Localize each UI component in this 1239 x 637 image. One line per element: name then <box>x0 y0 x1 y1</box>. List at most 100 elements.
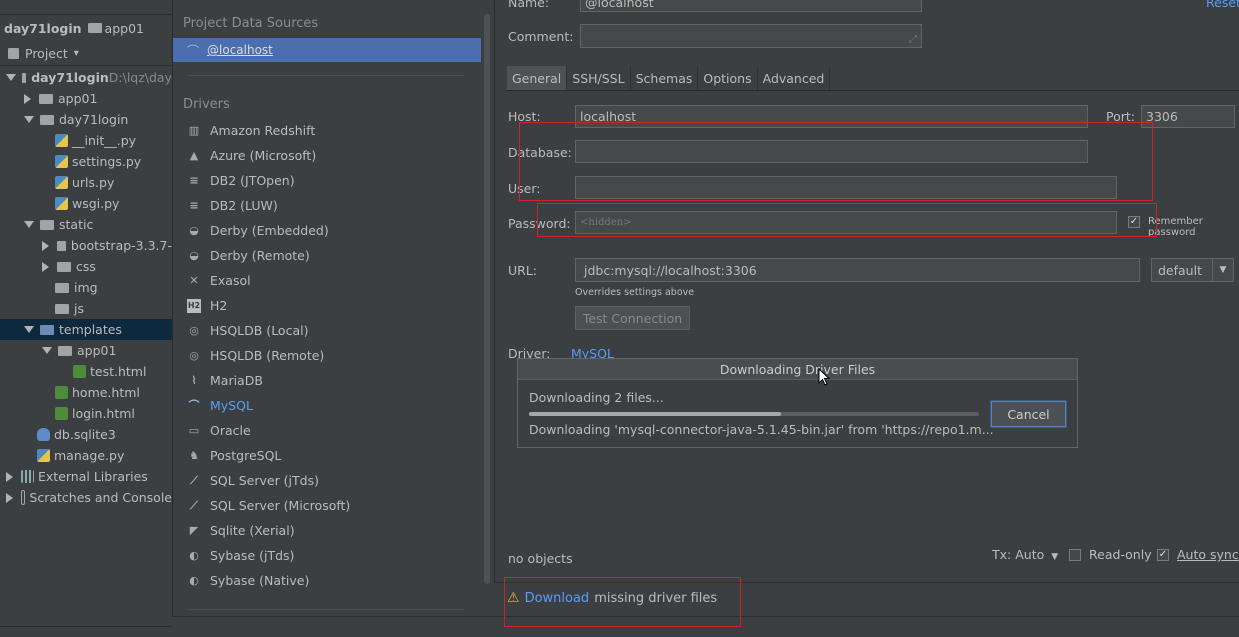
driver-item[interactable]: ◤ Sqlite (Xerial) <box>187 523 295 538</box>
driver-label: Sybase (jTds) <box>210 548 295 563</box>
cancel-button[interactable]: Cancel <box>991 401 1066 427</box>
expanded-arrow-icon[interactable] <box>24 221 34 228</box>
derby-icon: ◒ <box>189 223 199 237</box>
host-label: Host: <box>508 109 541 124</box>
tree-item-label: bootstrap-3.3.7- <box>70 238 172 253</box>
expand-icon[interactable]: ⤢ <box>909 34 917 45</box>
host-input[interactable]: localhost <box>575 105 1088 128</box>
sqlserver-icon: ⟋ <box>190 498 198 512</box>
driver-item[interactable]: ◒ Derby (Embedded) <box>187 223 329 238</box>
comment-field[interactable]: ⤢ <box>580 24 922 48</box>
database-input[interactable] <box>575 140 1088 163</box>
driver-item[interactable]: ⟋ SQL Server (jTds) <box>187 473 319 488</box>
expanded-arrow-icon[interactable] <box>6 74 16 81</box>
tree-item[interactable]: login.html <box>0 403 172 424</box>
driver-label: H2 <box>210 298 228 313</box>
tree-item[interactable]: js <box>0 298 172 319</box>
collapsed-arrow-icon[interactable] <box>6 471 13 482</box>
driver-item[interactable]: ≡ DB2 (LUW) <box>187 198 278 213</box>
tree-item[interactable]: __init__.py <box>0 130 172 151</box>
tab-advanced[interactable]: Advanced <box>758 66 831 90</box>
driver-label: DB2 (JTOpen) <box>210 173 295 188</box>
user-input[interactable] <box>575 176 1117 199</box>
name-field[interactable]: @localhost <box>580 0 922 12</box>
tree-item[interactable]: app01 <box>0 340 172 361</box>
collapsed-arrow-icon[interactable] <box>6 492 13 503</box>
tree-item[interactable]: css <box>0 256 172 277</box>
tree-item[interactable]: settings.py <box>0 151 172 172</box>
download-status: Downloading 2 files... <box>529 390 664 405</box>
driver-item[interactable]: H2 H2 <box>187 298 227 313</box>
divider <box>507 90 1239 91</box>
url-input[interactable]: jdbc:mysql://localhost:3306 <box>575 258 1140 282</box>
tree-item-label: app01 <box>58 91 98 106</box>
tree-item[interactable]: templates <box>0 319 172 340</box>
driver-item[interactable]: ⌇ MariaDB <box>187 373 263 388</box>
download-link[interactable]: Download <box>525 591 590 606</box>
tree-item[interactable]: wsgi.py <box>0 193 172 214</box>
chevron-down-icon[interactable]: ▼ <box>1212 259 1233 281</box>
python-file-icon <box>55 197 68 210</box>
expanded-arrow-icon[interactable] <box>42 347 52 354</box>
tree-item[interactable]: day71login D:\lqz\day <box>0 67 172 88</box>
driver-item[interactable]: ⌒ MySQL <box>187 398 253 413</box>
tree-item[interactable]: urls.py <box>0 172 172 193</box>
breadcrumb-item-app[interactable]: app01 <box>87 21 144 36</box>
tree-item[interactable]: day71login <box>0 109 172 130</box>
tab-general[interactable]: General <box>507 66 568 90</box>
tree-item-label: urls.py <box>72 175 115 190</box>
remember-password-checkbox[interactable]: ✓ <box>1128 216 1140 228</box>
driver-item[interactable]: ◎ HSQLDB (Remote) <box>187 348 324 363</box>
python-file-icon <box>55 176 68 189</box>
scrollbar[interactable] <box>484 14 490 584</box>
tree-item[interactable]: static <box>0 214 172 235</box>
tree-item[interactable]: Scratches and Console <box>0 487 172 508</box>
h2-icon: H2 <box>187 298 201 313</box>
driver-label: Exasol <box>210 273 251 288</box>
collapsed-arrow-icon[interactable] <box>42 261 49 272</box>
project-view-header[interactable]: Project ▾ <box>0 42 172 66</box>
url-mode-select[interactable]: default ▼ <box>1151 258 1234 282</box>
driver-item[interactable]: ▲ Azure (Microsoft) <box>187 148 316 163</box>
tree-item[interactable]: bootstrap-3.3.7- <box>0 235 172 256</box>
driver-label: DB2 (LUW) <box>210 198 278 213</box>
tx-mode-select[interactable]: Tx: Auto ▼ <box>992 547 1058 562</box>
driver-item[interactable]: ♞ PostgreSQL <box>187 448 281 463</box>
expanded-arrow-icon[interactable] <box>24 326 34 333</box>
driver-item[interactable]: ◎ HSQLDB (Local) <box>187 323 308 338</box>
driver-item[interactable]: ✕ Exasol <box>187 273 251 288</box>
collapsed-arrow-icon[interactable] <box>42 240 49 251</box>
expanded-arrow-icon[interactable] <box>24 116 34 123</box>
chevron-down-icon[interactable]: ▾ <box>74 48 79 59</box>
tree-item[interactable]: img <box>0 277 172 298</box>
html-file-icon <box>73 365 86 378</box>
tab-options[interactable]: Options <box>698 66 758 90</box>
test-connection-button[interactable]: Test Connection <box>575 306 690 330</box>
auto-sync-checkbox[interactable]: ✓ <box>1157 549 1169 561</box>
tree-item[interactable]: db.sqlite3 <box>0 424 172 445</box>
password-input[interactable]: <hidden> <box>575 211 1117 234</box>
breadcrumb-item-project[interactable]: day71login <box>4 21 82 36</box>
collapsed-arrow-icon[interactable] <box>24 93 31 104</box>
driver-item[interactable]: ▥ Amazon Redshift <box>187 123 315 138</box>
tree-item[interactable]: home.html <box>0 382 172 403</box>
data-source-item-localhost[interactable]: ⌒ @localhost <box>173 38 481 62</box>
tree-item[interactable]: test.html <box>0 361 172 382</box>
port-input[interactable]: 3306 <box>1141 105 1235 128</box>
driver-item[interactable]: ◒ Derby (Remote) <box>187 248 310 263</box>
tree-item[interactable]: app01 <box>0 88 172 109</box>
read-only-checkbox[interactable] <box>1069 549 1081 561</box>
tree-item[interactable]: External Libraries <box>0 466 172 487</box>
tree-item-label: External Libraries <box>38 469 148 484</box>
driver-item[interactable]: ◐ Sybase (Native) <box>187 573 309 588</box>
driver-item[interactable]: ◐ Sybase (jTds) <box>187 548 294 563</box>
tree-item[interactable]: manage.py <box>0 445 172 466</box>
reset-link[interactable]: Reset <box>1206 0 1239 10</box>
project-view-label: Project <box>25 46 68 61</box>
driver-item[interactable]: ≡ DB2 (JTOpen) <box>187 173 295 188</box>
data-source-label: @localhost <box>207 43 273 57</box>
tab-schemas[interactable]: Schemas <box>631 66 699 90</box>
driver-item[interactable]: ⟋ SQL Server (Microsoft) <box>187 498 350 513</box>
tab-ssh-ssl[interactable]: SSH/SSL <box>567 66 631 90</box>
driver-item[interactable]: ▭ Oracle <box>187 423 251 438</box>
